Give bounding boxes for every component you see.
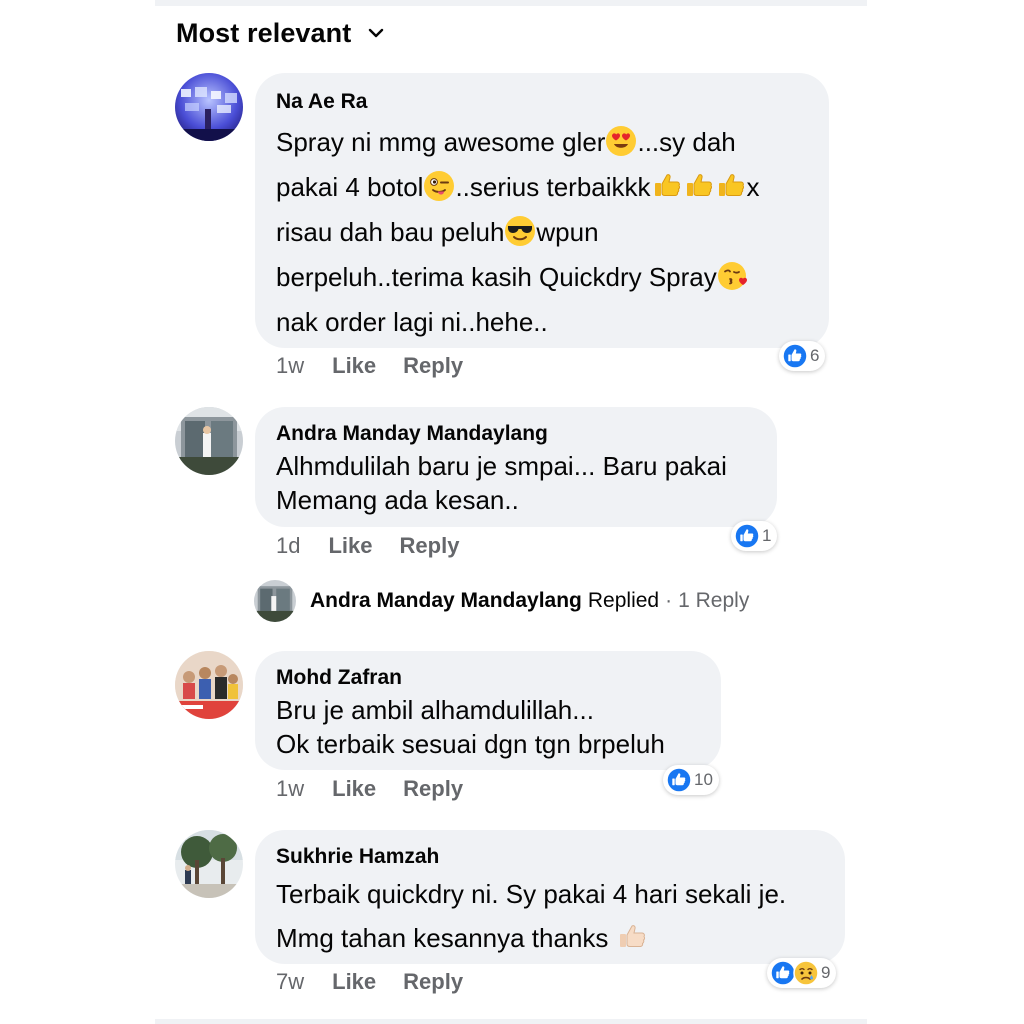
avatar[interactable] xyxy=(175,830,243,898)
thumbs-up-emoji xyxy=(718,174,744,196)
comment-author[interactable]: Sukhrie Hamzah xyxy=(276,844,825,870)
avatar[interactable] xyxy=(175,651,243,719)
reply-button[interactable]: Reply xyxy=(403,776,463,802)
tongue-wink-emoji xyxy=(424,171,455,201)
avatar[interactable] xyxy=(175,407,243,475)
comment-text: Alhmdulilah baru je smpai... Baru pakai … xyxy=(276,451,727,515)
comment-author[interactable]: Na Ae Ra xyxy=(276,89,809,115)
comment-author[interactable]: Andra Manday Mandaylang xyxy=(276,421,757,447)
sad-reaction-icon xyxy=(793,960,819,986)
bottom-divider xyxy=(155,1019,867,1024)
reaction-count: 6 xyxy=(810,346,820,365)
like-reaction-icon xyxy=(666,767,692,793)
comment-bubble: Mohd Zafran Bru je ambil alhamdulillah..… xyxy=(255,651,721,770)
comment-bubble: Sukhrie Hamzah Terbaik quickdry ni. Sy p… xyxy=(255,830,845,964)
replied-label: Replied xyxy=(587,589,660,612)
reaction-count: 9 xyxy=(821,963,831,982)
comment-timestamp[interactable]: 1w xyxy=(276,353,304,379)
comment-text: Bru je ambil alhamdulillah... Ok terbaik… xyxy=(276,695,665,759)
reply-button[interactable]: Reply xyxy=(403,969,463,995)
like-button[interactable]: Like xyxy=(328,533,372,559)
comment-author[interactable]: Mohd Zafran xyxy=(276,665,701,691)
comment-timestamp[interactable]: 7w xyxy=(276,969,304,995)
comment-actions: 1w Like Reply xyxy=(276,775,463,803)
reaction-summary[interactable]: 1 xyxy=(731,521,778,551)
reply-button[interactable]: Reply xyxy=(403,353,463,379)
like-button[interactable]: Like xyxy=(332,969,376,995)
reply-avatar xyxy=(254,580,296,622)
reaction-count: 1 xyxy=(762,526,772,545)
sort-label: Most relevant xyxy=(176,17,352,48)
comment-actions: 7w Like Reply xyxy=(276,968,463,996)
like-button[interactable]: Like xyxy=(332,353,376,379)
reaction-summary[interactable]: 6 xyxy=(779,341,826,371)
comment-bubble: Na Ae Ra Spray ni mmg awesome gler ...sy … xyxy=(255,73,829,348)
top-divider xyxy=(155,0,867,6)
comment-text: Terbaik quickdry ni. Sy pakai 4 hari sek… xyxy=(276,879,787,953)
reaction-count: 10 xyxy=(694,770,713,789)
comment-timestamp[interactable]: 1d xyxy=(276,533,300,559)
like-reaction-icon xyxy=(782,343,808,369)
thumbs-up-emoji xyxy=(686,174,712,196)
like-reaction-icon xyxy=(734,523,760,549)
separator-dot: · xyxy=(665,589,673,612)
reply-count: 1 Reply xyxy=(678,589,750,612)
sunglasses-emoji xyxy=(505,216,536,246)
reply-author: Andra Manday Mandaylang xyxy=(310,589,582,612)
chevron-down-icon xyxy=(367,24,385,42)
avatar[interactable] xyxy=(175,73,243,141)
comment-actions: 1d Like Reply xyxy=(276,532,459,560)
heart-eyes-emoji xyxy=(606,126,637,156)
thumbs-up-light-emoji xyxy=(619,925,645,947)
view-replies-link[interactable]: Andra Manday Mandaylang Replied · 1 Repl… xyxy=(254,580,749,622)
sort-dropdown[interactable]: Most relevant xyxy=(176,14,385,52)
comment-bubble: Andra Manday Mandaylang Alhmdulilah baru… xyxy=(255,407,777,527)
thumbs-up-emoji xyxy=(654,174,680,196)
comment-timestamp[interactable]: 1w xyxy=(276,776,304,802)
reaction-summary[interactable]: 9 xyxy=(767,958,837,988)
comment-text: Spray ni mmg awesome gler ...sy dah pakai… xyxy=(276,126,760,337)
kissing-heart-emoji xyxy=(717,262,747,290)
reaction-summary[interactable]: 10 xyxy=(663,765,719,795)
like-button[interactable]: Like xyxy=(332,776,376,802)
comment-actions: 1w Like Reply xyxy=(276,352,463,380)
reply-button[interactable]: Reply xyxy=(400,533,460,559)
